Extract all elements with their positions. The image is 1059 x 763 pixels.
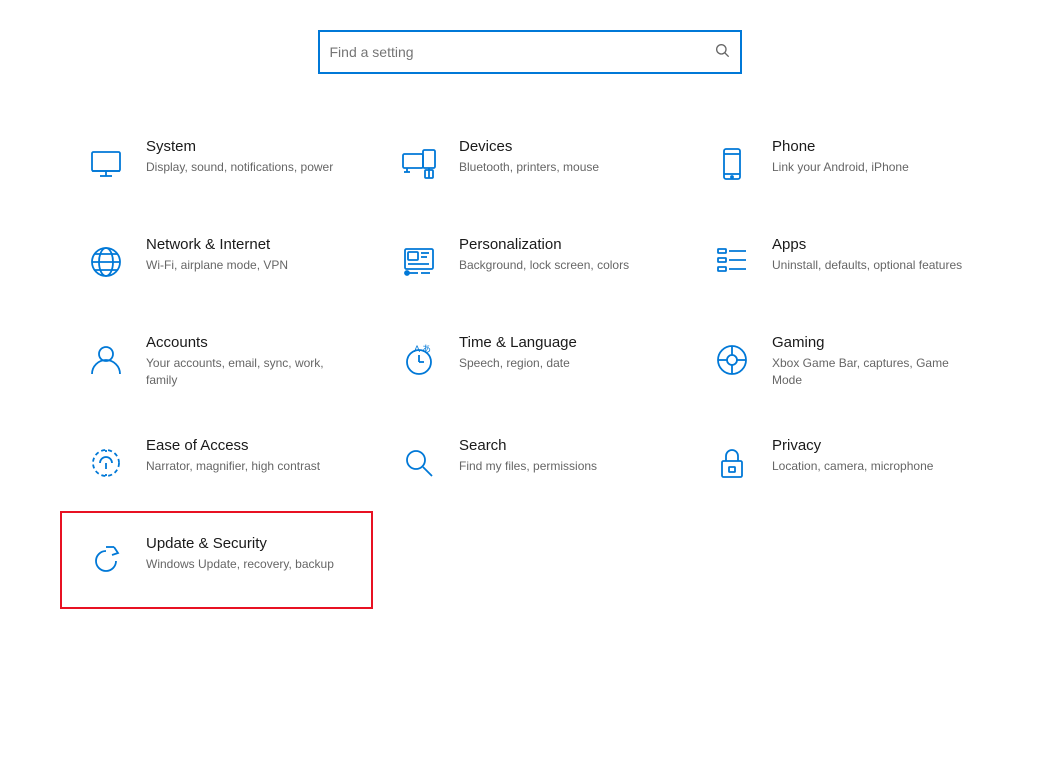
settings-item-gaming[interactable]: Gaming Xbox Game Bar, captures, Game Mod… (686, 310, 999, 413)
search-bar-container (0, 0, 1059, 94)
settings-item-privacy[interactable]: Privacy Location, camera, microphone (686, 413, 999, 511)
settings-item-devices[interactable]: Devices Bluetooth, printers, mouse (373, 114, 686, 212)
phone-icon (708, 140, 756, 188)
phone-subtitle: Link your Android, iPhone (772, 159, 909, 176)
settings-item-search[interactable]: Search Find my files, permissions (373, 413, 686, 511)
settings-item-time[interactable]: A あ Time & Language Speech, region, date (373, 310, 686, 413)
accounts-title: Accounts (146, 334, 351, 351)
accounts-subtitle: Your accounts, email, sync, work, family (146, 355, 351, 389)
system-icon (82, 140, 130, 188)
gaming-subtitle: Xbox Game Bar, captures, Game Mode (772, 355, 977, 389)
privacy-text: Privacy Location, camera, microphone (772, 437, 933, 475)
ease-icon (82, 439, 130, 487)
svg-text:A: A (414, 344, 420, 354)
ease-text: Ease of Access Narrator, magnifier, high… (146, 437, 320, 475)
phone-text: Phone Link your Android, iPhone (772, 138, 909, 176)
svg-text:あ: あ (422, 344, 431, 354)
devices-title: Devices (459, 138, 599, 155)
settings-item-personalization[interactable]: Personalization Background, lock screen,… (373, 212, 686, 310)
gaming-icon (708, 336, 756, 384)
settings-item-accounts[interactable]: Accounts Your accounts, email, sync, wor… (60, 310, 373, 413)
settings-grid: System Display, sound, notifications, po… (0, 94, 1059, 629)
ease-title: Ease of Access (146, 437, 320, 454)
time-title: Time & Language (459, 334, 577, 351)
settings-item-system[interactable]: System Display, sound, notifications, po… (60, 114, 373, 212)
system-text: System Display, sound, notifications, po… (146, 138, 333, 176)
update-text: Update & Security Windows Update, recove… (146, 535, 334, 573)
accounts-icon (82, 336, 130, 384)
search-bar[interactable] (318, 30, 742, 74)
update-subtitle: Windows Update, recovery, backup (146, 556, 334, 573)
ease-subtitle: Narrator, magnifier, high contrast (146, 458, 320, 475)
apps-subtitle: Uninstall, defaults, optional features (772, 257, 962, 274)
apps-text: Apps Uninstall, defaults, optional featu… (772, 236, 962, 274)
apps-title: Apps (772, 236, 962, 253)
settings-item-network[interactable]: Network & Internet Wi-Fi, airplane mode,… (60, 212, 373, 310)
privacy-title: Privacy (772, 437, 933, 454)
settings-item-phone[interactable]: Phone Link your Android, iPhone (686, 114, 999, 212)
update-icon (82, 537, 130, 585)
time-icon: A あ (395, 336, 443, 384)
settings-item-ease[interactable]: Ease of Access Narrator, magnifier, high… (60, 413, 373, 511)
accounts-text: Accounts Your accounts, email, sync, wor… (146, 334, 351, 389)
personalization-icon (395, 238, 443, 286)
system-title: System (146, 138, 333, 155)
update-title: Update & Security (146, 535, 334, 552)
network-title: Network & Internet (146, 236, 288, 253)
gaming-text: Gaming Xbox Game Bar, captures, Game Mod… (772, 334, 977, 389)
personalization-text: Personalization Background, lock screen,… (459, 236, 629, 274)
devices-icon (395, 140, 443, 188)
search-subtitle: Find my files, permissions (459, 458, 597, 475)
network-subtitle: Wi-Fi, airplane mode, VPN (146, 257, 288, 274)
search-title: Search (459, 437, 597, 454)
gaming-title: Gaming (772, 334, 977, 351)
phone-title: Phone (772, 138, 909, 155)
network-icon (82, 238, 130, 286)
time-text: Time & Language Speech, region, date (459, 334, 577, 372)
devices-subtitle: Bluetooth, printers, mouse (459, 159, 599, 176)
privacy-icon (708, 439, 756, 487)
search-icon (395, 439, 443, 487)
network-text: Network & Internet Wi-Fi, airplane mode,… (146, 236, 288, 274)
settings-item-apps[interactable]: Apps Uninstall, defaults, optional featu… (686, 212, 999, 310)
personalization-title: Personalization (459, 236, 629, 253)
devices-text: Devices Bluetooth, printers, mouse (459, 138, 599, 176)
apps-icon (708, 238, 756, 286)
search-icon (714, 42, 730, 63)
settings-item-update[interactable]: Update & Security Windows Update, recove… (60, 511, 373, 609)
privacy-subtitle: Location, camera, microphone (772, 458, 933, 475)
personalization-subtitle: Background, lock screen, colors (459, 257, 629, 274)
system-subtitle: Display, sound, notifications, power (146, 159, 333, 176)
search-text: Search Find my files, permissions (459, 437, 597, 475)
time-subtitle: Speech, region, date (459, 355, 577, 372)
search-input[interactable] (330, 44, 714, 60)
